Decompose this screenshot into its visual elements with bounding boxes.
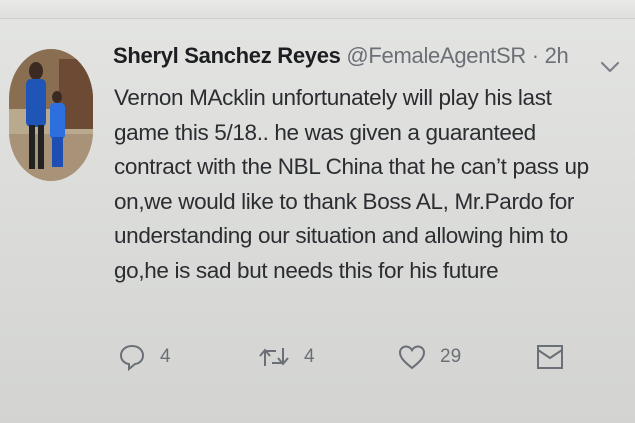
- tweet-screen: Sheryl Sanchez Reyes @FemaleAgentSR · 2h…: [0, 0, 635, 423]
- reply-count: 4: [160, 346, 171, 367]
- avatar[interactable]: [9, 49, 93, 181]
- tweet-card[interactable]: Sheryl Sanchez Reyes @FemaleAgentSR · 2h…: [0, 19, 635, 423]
- direct-message-button[interactable]: [536, 337, 564, 377]
- reply-button[interactable]: 4: [117, 337, 171, 377]
- display-name[interactable]: Sheryl Sanchez Reyes: [113, 43, 341, 68]
- avatar-photo: [9, 49, 93, 181]
- retweet-icon: [257, 342, 291, 372]
- tweet-header: Sheryl Sanchez Reyes @FemaleAgentSR · 2h: [113, 43, 569, 69]
- top-border: [0, 0, 635, 19]
- timestamp[interactable]: 2h: [545, 43, 569, 68]
- reply-icon: [117, 342, 147, 372]
- retweet-count: 4: [304, 346, 315, 367]
- separator-dot: ·: [531, 43, 539, 68]
- heart-icon: [397, 342, 427, 372]
- retweet-button[interactable]: 4: [257, 337, 315, 377]
- envelope-icon: [536, 342, 564, 372]
- tweet-text: Vernon MAcklin unfortunately will play h…: [114, 85, 589, 283]
- like-button[interactable]: 29: [397, 337, 461, 377]
- user-handle[interactable]: @FemaleAgentSR: [346, 43, 526, 68]
- tweet-actions: 4 4 29: [0, 337, 635, 377]
- like-count: 29: [440, 346, 462, 367]
- chevron-down-icon[interactable]: [598, 57, 622, 77]
